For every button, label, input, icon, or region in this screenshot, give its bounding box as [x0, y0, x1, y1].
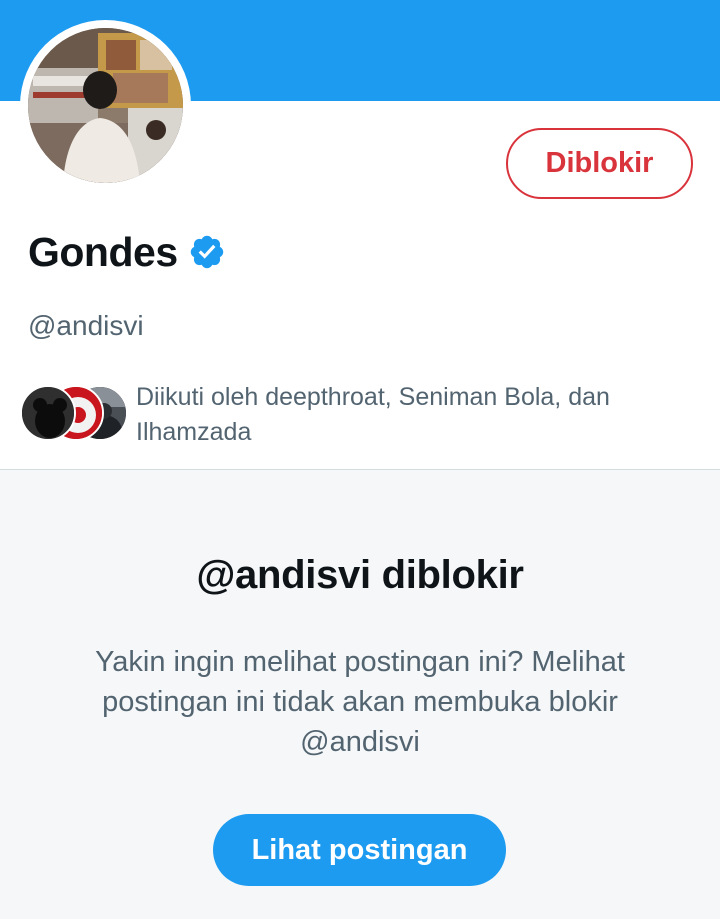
blocked-title: @andisvi diblokir [196, 553, 524, 597]
follower-avatar [20, 385, 76, 441]
blocked-message: Yakin ingin melihat postingan ini? Melih… [95, 646, 625, 758]
display-name: Gondes [28, 228, 178, 275]
display-name-row: Gondes [28, 226, 226, 278]
verified-badge-icon[interactable] [188, 233, 226, 271]
profile-avatar[interactable] [28, 28, 183, 183]
profile-handle: @andisvi [28, 310, 144, 341]
view-posts-button[interactable]: Lihat postingan [213, 814, 506, 886]
followed-by-text: Diikuti oleh deepthroat, Seniman Bola, d… [136, 383, 610, 446]
blocked-button[interactable]: Diblokir [506, 128, 693, 199]
avatar-photo [28, 28, 183, 183]
